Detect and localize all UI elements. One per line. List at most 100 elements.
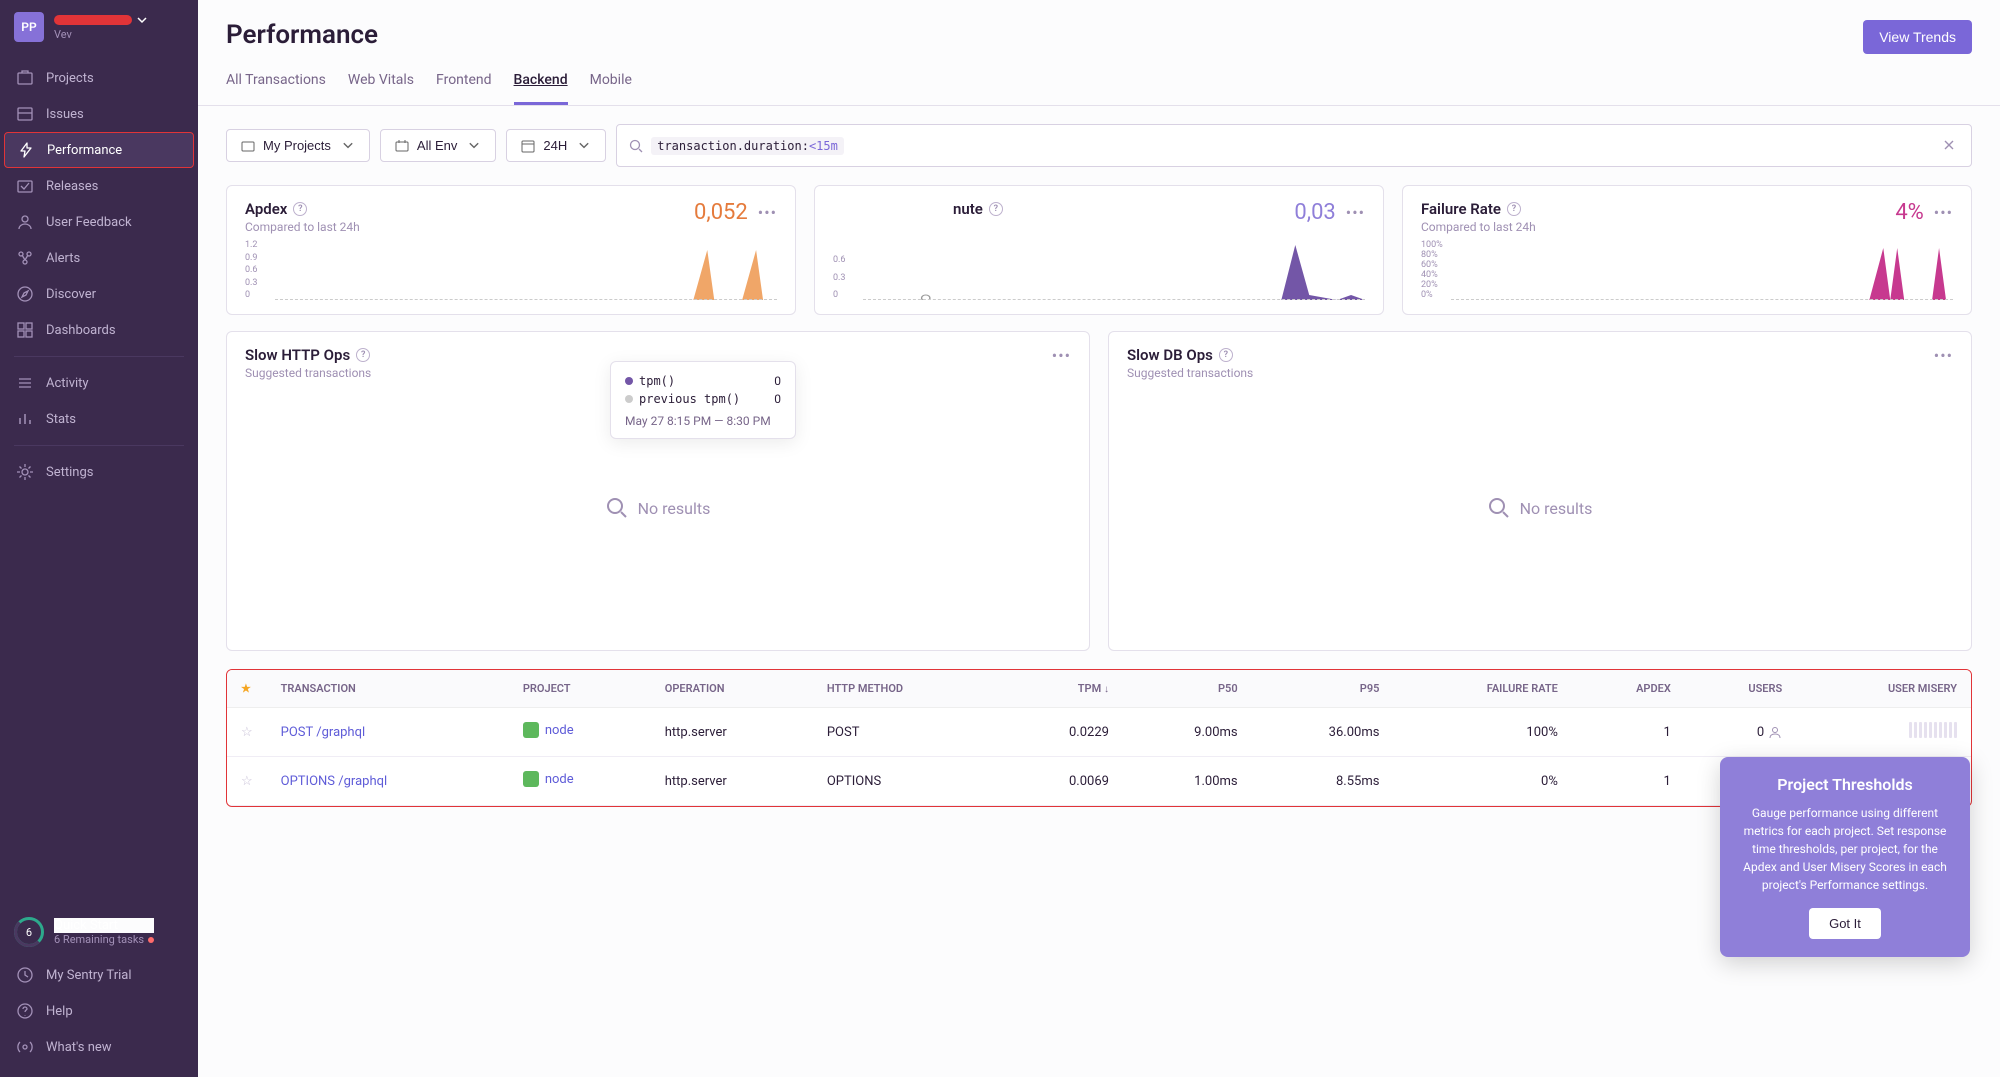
col-apdex[interactable]: APDEX	[1572, 670, 1685, 708]
got-it-button[interactable]: Got It	[1809, 908, 1881, 939]
p50-cell: 1.00ms	[1123, 757, 1252, 806]
notify-dot-icon	[148, 937, 154, 943]
sidebar-item-performance[interactable]: Performance	[4, 132, 194, 168]
search-icon	[606, 497, 628, 519]
filter-label: All Env	[417, 138, 457, 153]
search-icon	[629, 139, 643, 153]
sidebar-item-feedback[interactable]: User Feedback	[0, 204, 198, 240]
activity-icon	[16, 374, 34, 392]
star-toggle[interactable]: ☆	[241, 774, 253, 789]
tick: 1.2	[245, 240, 258, 250]
fr-cell: 0%	[1393, 757, 1571, 806]
project-badge[interactable]: node	[523, 771, 574, 787]
col-operation[interactable]: OPERATION	[651, 670, 813, 708]
env-filter[interactable]: All Env	[380, 129, 496, 162]
sidebar-item-help[interactable]: Help	[0, 993, 198, 1029]
col-p50[interactable]: P50	[1123, 670, 1252, 708]
card-menu-icon[interactable]: •••	[1346, 203, 1365, 222]
info-icon[interactable]: ?	[293, 202, 307, 216]
card-title: Failure Rate	[1421, 200, 1501, 218]
sidebar-item-activity[interactable]: Activity	[0, 365, 198, 401]
no-results: No results	[1127, 380, 1953, 636]
card-menu-icon[interactable]: •••	[1052, 346, 1071, 365]
fr-cell: 100%	[1393, 708, 1571, 757]
page-title: Performance	[226, 20, 378, 50]
info-icon[interactable]: ?	[1507, 202, 1521, 216]
sidebar-item-issues[interactable]: Issues	[0, 96, 198, 132]
tab-mobile[interactable]: Mobile	[590, 72, 632, 105]
search-input[interactable]: transaction.duration:<15m	[616, 124, 1972, 167]
col-misery[interactable]: USER MISERY	[1796, 670, 1971, 708]
sidebar-item-projects[interactable]: Projects	[0, 60, 198, 96]
project-badge[interactable]: node	[523, 722, 574, 738]
filter-label: 24H	[543, 138, 567, 153]
clear-search-icon[interactable]	[1939, 132, 1959, 159]
gear-icon	[16, 463, 34, 481]
sidebar-label: Issues	[46, 107, 84, 122]
project-filter[interactable]: My Projects	[226, 129, 370, 162]
sidebar-label: Stats	[46, 412, 76, 427]
alerts-icon	[16, 249, 34, 267]
star-toggle[interactable]: ☆	[241, 725, 253, 740]
sidebar-item-discover[interactable]: Discover	[0, 276, 198, 312]
star-icon[interactable]: ★	[241, 682, 251, 695]
tick: 0.3	[833, 273, 846, 283]
chart-tooltip: tpm()0 previous tpm()0 May 27 8:15 PM — …	[610, 361, 796, 439]
series-dot-icon	[625, 377, 633, 385]
sidebar-item-releases[interactable]: Releases	[0, 168, 198, 204]
col-p95[interactable]: P95	[1252, 670, 1394, 708]
col-project[interactable]: PROJECT	[509, 670, 651, 708]
card-subtitle: Suggested transactions	[245, 366, 371, 380]
org-switcher[interactable]: PP Vev	[0, 0, 198, 54]
sidebar-item-settings[interactable]: Settings	[0, 454, 198, 490]
search-icon	[1488, 497, 1510, 519]
tooltip-time: May 27 8:15 PM — 8:30 PM	[625, 414, 781, 428]
tab-web-vitals[interactable]: Web Vitals	[348, 72, 414, 105]
tick: 0%	[1421, 290, 1443, 300]
apdex-cell: 1	[1572, 757, 1685, 806]
tab-frontend[interactable]: Frontend	[436, 72, 492, 105]
sidebar-item-whatsnew[interactable]: What's new	[0, 1029, 198, 1065]
col-method[interactable]: HTTP METHOD	[813, 670, 1001, 708]
time-filter[interactable]: 24H	[506, 129, 606, 162]
trial-icon	[16, 966, 34, 984]
col-tpm[interactable]: TPM ↓	[1001, 670, 1123, 708]
transactions-table: ★ TRANSACTION PROJECT OPERATION HTTP MET…	[226, 669, 1972, 807]
quick-start[interactable]: 6 Quick Start 6 Remaining tasks	[0, 907, 198, 957]
sidebar-item-trial[interactable]: My Sentry Trial	[0, 957, 198, 993]
sidebar-label: Releases	[46, 179, 98, 194]
stats-icon	[16, 410, 34, 428]
view-trends-button[interactable]: View Trends	[1863, 20, 1972, 54]
tooltip-series: previous tpm()	[639, 392, 740, 406]
apdex-chart	[275, 240, 777, 300]
misery-bars	[1909, 722, 1957, 738]
p95-cell: 36.00ms	[1252, 708, 1394, 757]
no-results-text: No results	[638, 499, 711, 518]
card-subtitle: Suggested transactions	[1127, 366, 1253, 380]
card-menu-icon[interactable]: •••	[1934, 346, 1953, 365]
col-transaction[interactable]: TRANSACTION	[267, 670, 509, 708]
tpm-value: 0,03	[1294, 200, 1335, 225]
info-icon[interactable]: ?	[989, 202, 1003, 216]
card-title: Slow DB Ops	[1127, 346, 1213, 364]
tab-all-transactions[interactable]: All Transactions	[226, 72, 326, 105]
transaction-link[interactable]: OPTIONS /graphql	[281, 774, 388, 789]
dashboards-icon	[16, 321, 34, 339]
transaction-link[interactable]: POST /graphql	[281, 725, 366, 740]
card-menu-icon[interactable]: •••	[758, 203, 777, 222]
users-cell: 0	[1757, 725, 1782, 740]
sidebar-item-stats[interactable]: Stats	[0, 401, 198, 437]
sidebar-item-dashboards[interactable]: Dashboards	[0, 312, 198, 348]
toast-title: Project Thresholds	[1740, 775, 1950, 794]
card-menu-icon[interactable]: •••	[1934, 203, 1953, 222]
sidebar-item-alerts[interactable]: Alerts	[0, 240, 198, 276]
sort-desc-icon: ↓	[1104, 684, 1109, 695]
card-subtitle: Compared to last 24h	[1421, 220, 1536, 234]
col-failure-rate[interactable]: FAILURE RATE	[1393, 670, 1571, 708]
col-users[interactable]: USERS	[1685, 670, 1796, 708]
tpm-chart	[863, 240, 1365, 300]
help-icon	[16, 1002, 34, 1020]
info-icon[interactable]: ?	[1219, 348, 1233, 362]
tab-backend[interactable]: Backend	[514, 72, 568, 105]
info-icon[interactable]: ?	[356, 348, 370, 362]
